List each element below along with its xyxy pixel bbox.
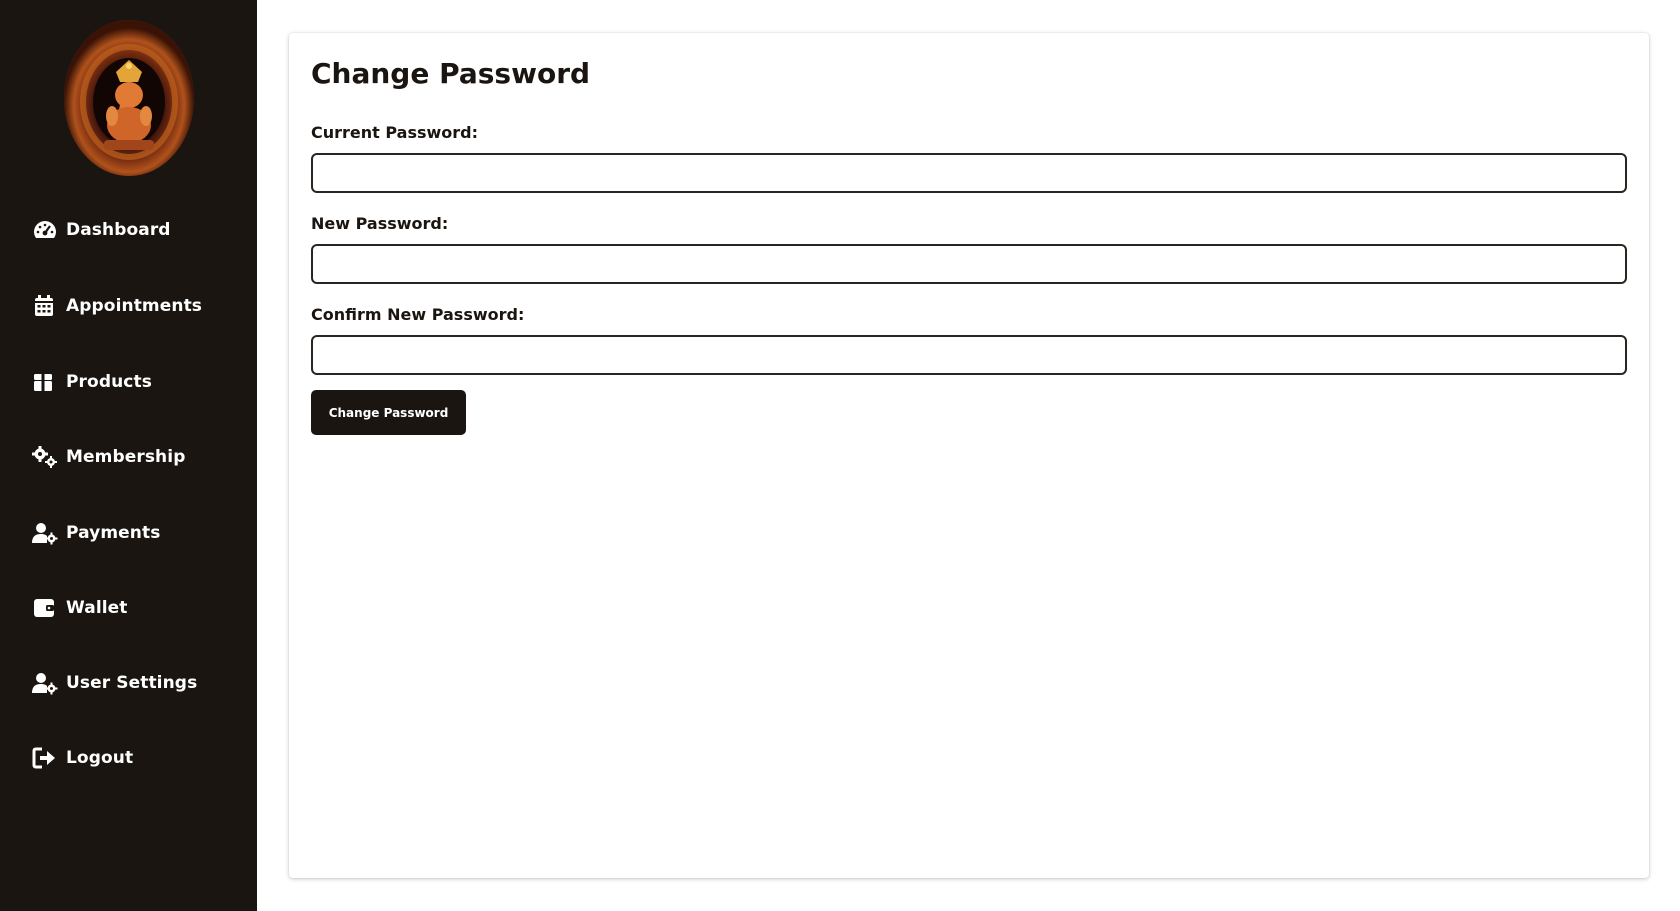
sidebar-item-label: Dashboard [66, 220, 171, 240]
current-password-label: Current Password: [311, 123, 479, 142]
sidebar-item-label: Logout [66, 748, 134, 768]
sidebar-item-label: Appointments [66, 296, 203, 316]
confirm-password-input[interactable] [311, 335, 1627, 375]
sidebar-item-user-settings[interactable]: User Settings [32, 665, 197, 701]
current-password-input[interactable] [311, 153, 1627, 193]
sidebar: Dashboard Appointments Products Membersh… [0, 0, 257, 911]
user-gear-icon [32, 671, 58, 695]
logo [64, 20, 194, 176]
change-password-button[interactable]: Change Password [311, 390, 466, 435]
wallet-icon [32, 596, 58, 620]
logout-icon [32, 746, 58, 770]
sidebar-item-logout[interactable]: Logout [32, 740, 133, 776]
sidebar-item-label: Products [66, 372, 152, 392]
sidebar-item-products[interactable]: Products [32, 364, 152, 400]
user-gear-icon [32, 521, 58, 545]
sidebar-item-label: User Settings [66, 673, 198, 693]
confirm-password-label: Confirm New Password: [311, 305, 525, 324]
page-title: Change Password [311, 57, 591, 90]
deity-logo-icon [64, 20, 194, 176]
app-root: Dashboard Appointments Products Membersh… [0, 0, 1680, 911]
new-password-input[interactable] [311, 244, 1627, 284]
gears-icon [32, 445, 58, 469]
sidebar-item-wallet[interactable]: Wallet [32, 590, 128, 626]
sidebar-item-label: Payments [66, 523, 161, 543]
sidebar-item-payments[interactable]: Payments [32, 515, 160, 551]
dashboard-gauge-icon [32, 218, 58, 242]
gift-box-icon [32, 370, 58, 394]
sidebar-item-label: Membership [66, 447, 186, 467]
sidebar-item-appointments[interactable]: Appointments [32, 288, 202, 324]
sidebar-item-dashboard[interactable]: Dashboard [32, 212, 171, 248]
new-password-label: New Password: [311, 214, 449, 233]
calendar-icon [32, 294, 58, 318]
sidebar-item-label: Wallet [66, 598, 128, 618]
change-password-card: Change Password Current Password: New Pa… [289, 33, 1649, 878]
sidebar-item-membership[interactable]: Membership [32, 439, 185, 475]
